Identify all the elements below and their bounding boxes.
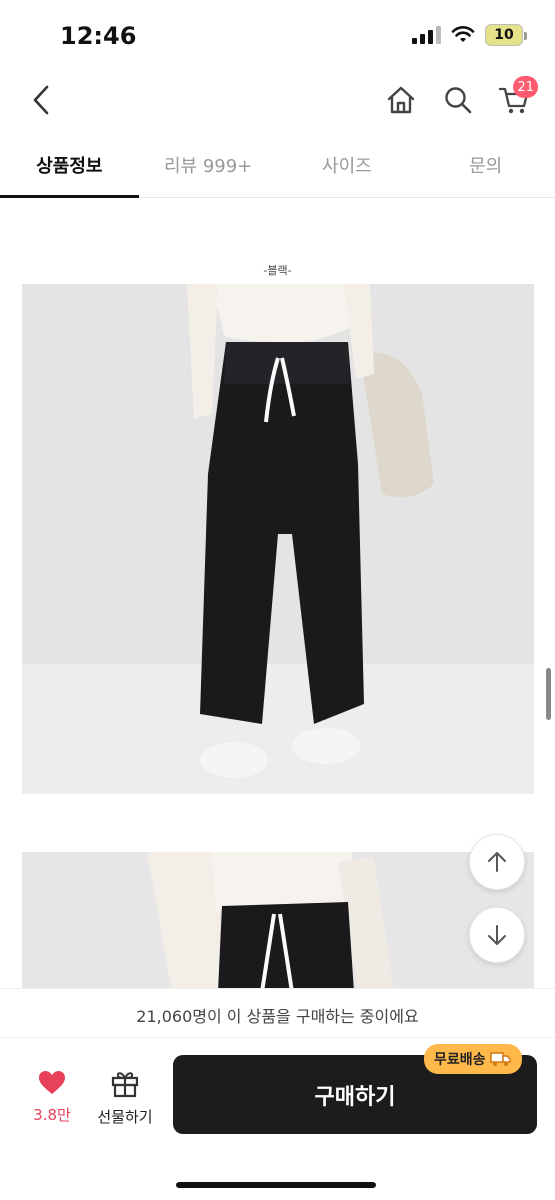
tab-reviews[interactable]: 리뷰 999+ <box>139 140 278 197</box>
like-count: 3.8만 <box>33 1106 71 1124</box>
home-indicator <box>176 1182 376 1188</box>
bottom-action-bar: 3.8만 선물하기 무료배송 구매하기 <box>0 1038 555 1200</box>
free-shipping-badge: 무료배송 <box>424 1044 522 1074</box>
tab-product-info[interactable]: 상품정보 <box>0 140 139 198</box>
battery-level: 10 <box>494 27 514 43</box>
free-shipping-label: 무료배송 <box>434 1052 486 1068</box>
gift-icon <box>111 1072 139 1098</box>
tab-inquiry[interactable]: 문의 <box>416 140 555 197</box>
wifi-icon <box>451 26 475 42</box>
arrow-down-icon <box>488 925 506 945</box>
heart-icon <box>39 1071 65 1094</box>
pants-photo-illustration-2 <box>22 852 534 992</box>
tab-size[interactable]: 사이즈 <box>278 140 417 197</box>
gift-button[interactable]: 선물하기 <box>92 1068 158 1130</box>
arrow-up-icon <box>488 852 506 872</box>
gift-label: 선물하기 <box>97 1108 153 1126</box>
battery-icon: 10 <box>485 24 527 46</box>
product-image-2 <box>22 852 534 992</box>
status-icons: 10 <box>412 24 527 46</box>
product-image <box>22 284 534 794</box>
top-navigation: 21 <box>0 70 555 130</box>
chevron-left-icon <box>33 85 49 115</box>
color-caption: -블랙- <box>263 264 292 277</box>
truck-icon <box>489 1052 511 1066</box>
search-icon <box>445 87 472 114</box>
scroll-to-top-button[interactable] <box>469 834 525 890</box>
scroll-indicator[interactable] <box>546 668 551 720</box>
home-button[interactable] <box>381 80 421 120</box>
back-button[interactable] <box>24 80 58 120</box>
status-bar: 12:46 10 <box>0 0 555 70</box>
cart-button[interactable]: 21 <box>494 76 538 120</box>
product-tabs: 상품정보 리뷰 999+ 사이즈 문의 <box>0 140 555 198</box>
home-icon <box>387 86 415 114</box>
pants-photo-illustration <box>22 284 534 794</box>
scroll-down-button[interactable] <box>469 907 525 963</box>
status-time: 12:46 <box>60 22 137 50</box>
cart-count-badge: 21 <box>513 76 538 98</box>
buyers-notice: 21,060명이 이 상품을 구매하는 중이에요 <box>0 988 555 1038</box>
cellular-signal-icon <box>412 26 441 44</box>
like-button[interactable]: 3.8만 <box>18 1070 86 1130</box>
search-button[interactable] <box>438 80 478 120</box>
